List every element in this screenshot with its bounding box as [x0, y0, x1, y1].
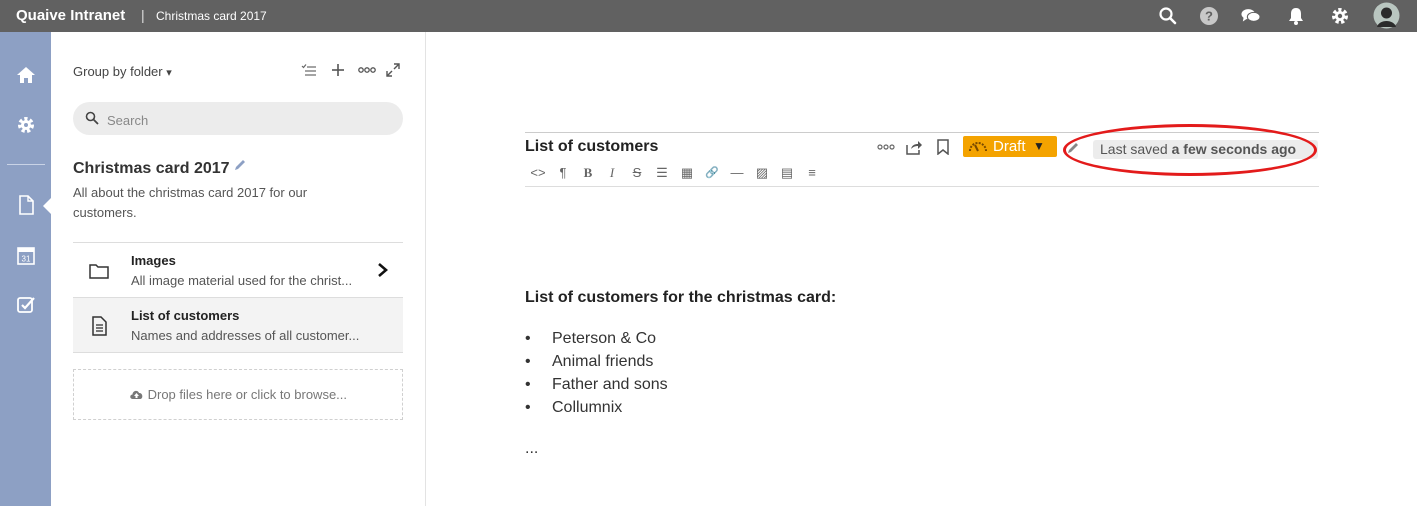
chevron-down-icon: ▼: [1033, 139, 1045, 153]
folder-description: All about the christmas card 2017 for ou…: [73, 185, 308, 220]
folder-title: Christmas card 2017: [73, 160, 230, 177]
document-ellipsis[interactable]: ...: [525, 440, 538, 458]
folder-icon: [89, 264, 109, 279]
horizontal-rule-button[interactable]: —: [729, 165, 745, 181]
gear-icon[interactable]: [1330, 6, 1350, 26]
annotation-highlight-oval: [1063, 124, 1317, 176]
bullet: •: [525, 353, 531, 370]
document-icon[interactable]: [16, 195, 36, 215]
document-title[interactable]: List of customers: [525, 138, 658, 156]
app-rail: 31: [0, 32, 51, 506]
tasks-icon[interactable]: [16, 295, 36, 315]
dropzone-text: Drop files here or click to browse...: [147, 387, 348, 402]
item-name: Images: [131, 253, 176, 268]
search-box: [73, 102, 403, 135]
align-button[interactable]: ≡: [804, 165, 820, 181]
bell-icon[interactable]: [1286, 6, 1306, 26]
rail-divider: [7, 164, 45, 165]
list-item-text: Animal friends: [552, 353, 654, 370]
group-by-label: Group by folder: [73, 64, 163, 79]
svg-text:?: ?: [1205, 9, 1213, 24]
breadcrumb[interactable]: Christmas card 2017: [156, 9, 267, 23]
more-options-icon[interactable]: [358, 62, 376, 78]
home-icon[interactable]: [16, 65, 36, 85]
status-label: Draft: [993, 138, 1026, 155]
image-button[interactable]: ▨: [754, 165, 770, 181]
list-item-customers[interactable]: List of customers Names and addresses of…: [73, 297, 403, 353]
document-heading[interactable]: List of customers for the christmas card…: [525, 289, 836, 307]
list-item-text: Father and sons: [552, 376, 668, 393]
calendar-icon[interactable]: 31: [16, 245, 36, 265]
help-icon[interactable]: ?: [1199, 6, 1219, 26]
source-code-button[interactable]: <>: [530, 165, 546, 181]
search-input[interactable]: [105, 109, 389, 131]
settings-icon[interactable]: [16, 115, 36, 135]
bullet: •: [525, 330, 531, 347]
bullet: •: [525, 399, 531, 416]
chevron-down-icon: ▾: [166, 67, 172, 79]
avatar[interactable]: [1373, 2, 1400, 29]
file-dropzone[interactable]: Drop files here or click to browse...: [73, 369, 403, 420]
status-dropdown[interactable]: Draft ▼: [963, 136, 1057, 157]
editor-toolbar-border: [525, 186, 1319, 187]
top-bar: Quaive Intranet | Christmas card 2017 ?: [0, 0, 1417, 32]
more-options-icon[interactable]: [877, 139, 895, 155]
pencil-icon[interactable]: [233, 158, 247, 172]
list-item-images[interactable]: Images All image material used for the c…: [73, 242, 403, 298]
item-name: List of customers: [131, 308, 240, 323]
app-brand[interactable]: Quaive Intranet: [16, 7, 125, 24]
bookmark-icon[interactable]: [935, 139, 951, 155]
expand-icon[interactable]: [385, 62, 401, 78]
item-description: Names and addresses of all customer...: [131, 328, 360, 343]
group-by-dropdown[interactable]: Group by folder ▾: [73, 64, 172, 79]
gauge-icon: [969, 142, 987, 152]
list-item-text: Collumnix: [552, 399, 623, 416]
bullet-list-button[interactable]: ☰: [654, 165, 670, 181]
chat-icon[interactable]: [1241, 6, 1261, 26]
calendar-day: 31: [22, 255, 31, 264]
select-list-icon[interactable]: [301, 62, 317, 78]
search-icon: [85, 111, 99, 125]
video-button[interactable]: ▤: [779, 165, 795, 181]
search-icon[interactable]: [1158, 6, 1178, 26]
cloud-upload-icon: [130, 390, 143, 399]
share-icon[interactable]: [905, 139, 923, 155]
link-button[interactable]: 🔗: [704, 165, 720, 181]
item-description: All image material used for the christ..…: [131, 273, 353, 288]
table-button[interactable]: ▦: [679, 165, 695, 181]
italic-button[interactable]: I: [604, 165, 620, 181]
breadcrumb-separator: |: [141, 7, 145, 23]
bullet: •: [525, 376, 531, 393]
document-icon: [92, 316, 107, 336]
bold-button[interactable]: B: [580, 165, 596, 181]
list-divider: [73, 352, 403, 353]
add-icon[interactable]: [330, 62, 346, 78]
list-item-text: Peterson & Co: [552, 330, 657, 347]
paragraph-button[interactable]: ¶: [555, 165, 571, 181]
active-indicator: [43, 198, 51, 214]
chevron-right-icon[interactable]: [376, 261, 390, 279]
strikethrough-button[interactable]: S: [629, 165, 645, 181]
folder-sidebar: Group by folder ▾ Christmas card 2017 Al…: [51, 32, 426, 506]
